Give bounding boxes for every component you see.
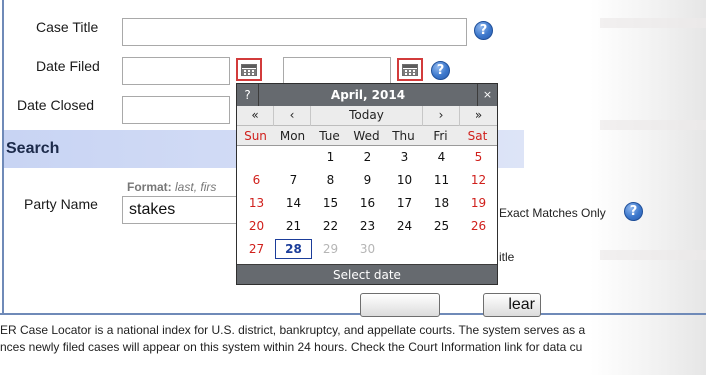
weekday-sat: Sat — [467, 129, 488, 143]
calendar-day[interactable]: 3 — [386, 147, 423, 167]
calendar-day[interactable]: 13 — [238, 193, 275, 213]
calendar-day[interactable]: 4 — [423, 147, 460, 167]
format-example: last, firs — [175, 180, 217, 194]
weekday-sun: Sun — [244, 129, 267, 143]
calendar-day[interactable]: 30 — [349, 239, 386, 259]
prev-year-button[interactable]: « — [237, 106, 274, 126]
calendar-day[interactable]: 20 — [238, 216, 275, 236]
calendar-icon-grid — [402, 64, 418, 76]
footer-text-line-1: ER Case Locator is a national index for … — [0, 323, 586, 337]
weekday-mon: Mon — [279, 129, 306, 143]
date-picker-month-title: April, 2014 — [330, 88, 406, 102]
calendar-day[interactable]: 2 — [349, 147, 386, 167]
party-name-format-hint: Format: last, firs — [127, 180, 216, 194]
party-search-section-title: Search — [6, 140, 60, 157]
date-closed-label: Date Closed — [17, 97, 95, 113]
prev-month-button[interactable]: ‹ — [274, 106, 311, 126]
calendar-icon[interactable] — [397, 58, 423, 81]
date-picker-close-button[interactable]: × — [477, 84, 497, 106]
calendar-day[interactable]: 12 — [460, 170, 497, 190]
calendar-empty-cell — [423, 239, 460, 259]
party-name-label: Party Name — [24, 196, 98, 212]
calendar-day[interactable]: 8 — [312, 170, 349, 190]
weekday-thu: Thu — [392, 129, 415, 143]
calendar-day[interactable]: 22 — [312, 216, 349, 236]
background-stripe — [600, 18, 706, 28]
next-year-button[interactable]: » — [460, 106, 497, 126]
case-title-label: Case Title — [36, 19, 99, 35]
search-button[interactable] — [360, 293, 440, 317]
calendar-day[interactable]: 23 — [349, 216, 386, 236]
weekday-tue: Tue — [319, 129, 340, 143]
exact-matches-label[interactable]: Exact Matches Only — [499, 206, 606, 220]
calendar-icon[interactable] — [236, 58, 262, 81]
calendar-empty-cell — [238, 147, 275, 167]
calendar-icon-grid — [241, 64, 257, 76]
calendar-day[interactable]: 27 — [238, 239, 275, 259]
date-filed-label: Date Filed — [36, 58, 100, 74]
calendar-day[interactable]: 15 — [312, 193, 349, 213]
date-picker-status: Select date — [333, 268, 401, 282]
calendar-day[interactable]: 11 — [423, 170, 460, 190]
date-picker-nav: « ‹ Today › » — [237, 106, 497, 126]
calendar-empty-cell — [460, 239, 497, 259]
calendar-day[interactable]: 26 — [460, 216, 497, 236]
calendar-empty-cell — [275, 147, 312, 167]
calendar-day[interactable]: 10 — [386, 170, 423, 190]
help-icon[interactable]: ? — [624, 202, 643, 221]
calendar-day[interactable]: 14 — [275, 193, 312, 213]
date-filed-from-input[interactable] — [122, 57, 230, 85]
date-closed-from-input[interactable] — [122, 96, 230, 124]
calendar-day[interactable]: 21 — [275, 216, 312, 236]
background-stripe — [600, 120, 706, 130]
calendar-empty-cell — [386, 239, 423, 259]
next-month-button[interactable]: › — [423, 106, 460, 126]
date-picker-help-button[interactable]: ? — [237, 84, 259, 106]
clear-button[interactable]: lear — [483, 293, 541, 317]
weekday-fri: Fri — [433, 129, 448, 143]
calendar-day[interactable]: 7 — [275, 170, 312, 190]
calendar-day[interactable]: 6 — [238, 170, 275, 190]
party-name-input[interactable] — [122, 196, 242, 224]
help-icon[interactable]: ? — [474, 21, 493, 40]
panel-border-bottom — [0, 313, 706, 315]
date-picker-popup: ? April, 2014 × « ‹ Today › » Sun Mon Tu… — [236, 83, 498, 285]
calendar-day[interactable]: 24 — [386, 216, 423, 236]
footer-text-line-2: nces newly filed cases will appear on th… — [0, 340, 583, 354]
calendar-day[interactable]: 17 — [386, 193, 423, 213]
date-filed-to-input[interactable] — [283, 57, 391, 85]
title-option-label[interactable]: itle — [499, 250, 514, 264]
calendar-day[interactable]: 19 — [460, 193, 497, 213]
calendar-day[interactable]: 29 — [312, 239, 349, 259]
case-title-input[interactable] — [122, 18, 467, 46]
help-icon[interactable]: ? — [431, 61, 450, 80]
calendar-day[interactable]: 28 — [275, 239, 312, 259]
weekday-wed: Wed — [353, 129, 380, 143]
calendar-day[interactable]: 1 — [312, 147, 349, 167]
calendar-day[interactable]: 25 — [423, 216, 460, 236]
calendar-day[interactable]: 18 — [423, 193, 460, 213]
calendar-day[interactable]: 5 — [460, 147, 497, 167]
background-stripe — [600, 250, 706, 260]
date-picker-footer: Select date — [237, 264, 497, 284]
calendar-day[interactable]: 9 — [349, 170, 386, 190]
format-prefix: Format: — [127, 180, 172, 194]
date-picker-header: ? April, 2014 × — [237, 84, 497, 106]
today-button[interactable]: Today — [311, 106, 423, 126]
date-picker-weekday-row: Sun Mon Tue Wed Thu Fri Sat — [237, 126, 497, 146]
calendar-day[interactable]: 16 — [349, 193, 386, 213]
